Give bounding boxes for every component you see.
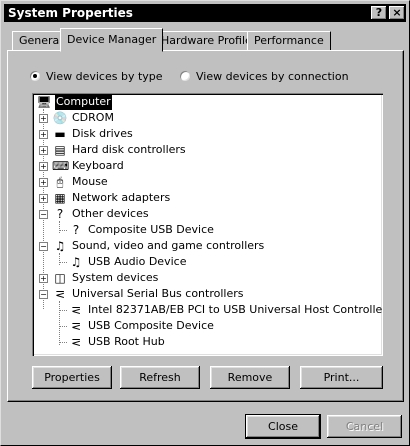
tree-line bbox=[60, 310, 67, 311]
collapse-icon[interactable]: − bbox=[39, 290, 48, 299]
view-by-connection-label: View devices by connection bbox=[196, 70, 349, 83]
mouse-icon: 🖰 bbox=[56, 175, 64, 189]
expand-icon[interactable]: + bbox=[39, 114, 48, 123]
tree-item-label: USB Composite Device bbox=[88, 319, 214, 332]
tab-device-manager[interactable]: Device Manager bbox=[60, 28, 164, 52]
usb-icon: ⋜ bbox=[70, 319, 82, 333]
tree-line bbox=[60, 342, 67, 343]
collapse-icon[interactable]: − bbox=[39, 210, 48, 219]
usb-icon: ⋜ bbox=[70, 335, 82, 349]
cancel-button[interactable]: Cancel bbox=[327, 415, 402, 438]
tree-item-label: USB Audio Device bbox=[88, 255, 187, 268]
refresh-button[interactable]: Refresh bbox=[120, 366, 200, 389]
radio-unselected-indicator bbox=[180, 71, 190, 81]
tree-item-label: Hard disk controllers bbox=[72, 143, 186, 156]
window-title: System Properties bbox=[8, 6, 133, 20]
tree-item-label: Other devices bbox=[72, 207, 149, 220]
expand-icon[interactable]: + bbox=[39, 194, 48, 203]
tab-performance[interactable]: Performance bbox=[247, 31, 331, 50]
tree-item-label: Composite USB Device bbox=[88, 223, 214, 236]
expand-icon[interactable]: + bbox=[39, 178, 48, 187]
tree-item-label: Keyboard bbox=[72, 159, 124, 172]
tree-line bbox=[60, 262, 67, 263]
tree-item-label: Network adapters bbox=[72, 191, 171, 204]
tree-line bbox=[60, 326, 67, 327]
tree-item-label: CDROM bbox=[72, 111, 114, 124]
tree-line bbox=[59, 221, 60, 233]
device-manager-panel: View devices by type View devices by con… bbox=[7, 50, 404, 402]
tree-line bbox=[59, 301, 60, 345]
view-by-type-label: View devices by type bbox=[46, 70, 163, 83]
close-window-button[interactable]: × bbox=[389, 6, 405, 20]
expand-icon[interactable]: + bbox=[39, 274, 48, 283]
network-adapter-icon: ▦ bbox=[54, 191, 66, 205]
question-mark-icon: ? bbox=[72, 223, 80, 237]
help-button[interactable]: ? bbox=[371, 6, 387, 20]
usb-icon: ⋜ bbox=[70, 303, 82, 317]
tree-line bbox=[59, 253, 60, 265]
tree-item-label: Mouse bbox=[72, 175, 108, 188]
system-device-icon: ◫ bbox=[54, 271, 66, 285]
collapse-icon[interactable]: − bbox=[39, 242, 48, 251]
tree-item-label: Intel 82371AB/EB PCI to USB Universal Ho… bbox=[88, 303, 383, 316]
tree-item-label: Computer bbox=[55, 94, 112, 110]
keyboard-icon: ⌨ bbox=[52, 159, 70, 173]
expand-icon[interactable]: + bbox=[39, 162, 48, 171]
usb-icon: ⋜ bbox=[54, 287, 66, 301]
tree-item-label: USB Root Hub bbox=[88, 335, 165, 348]
expand-icon[interactable]: + bbox=[39, 130, 48, 139]
tree-item-label: Universal Serial Bus controllers bbox=[72, 287, 244, 300]
title-bar[interactable]: System Properties ? × bbox=[4, 4, 406, 22]
tree-item-label: Sound, video and game controllers bbox=[72, 239, 265, 252]
disk-drive-icon: ▬ bbox=[54, 127, 66, 141]
tree-item-label: Disk drives bbox=[72, 127, 133, 140]
device-tree[interactable]: 🖥 Computer + 💿 CDROM + ▬ Disk drives + ▤… bbox=[32, 93, 383, 356]
tree-line bbox=[60, 230, 67, 231]
sound-controller-icon: ♫ bbox=[54, 239, 66, 253]
properties-button[interactable]: Properties bbox=[32, 366, 112, 389]
print-button[interactable]: Print... bbox=[300, 366, 383, 389]
view-by-connection-radio[interactable]: View devices by connection bbox=[180, 70, 350, 84]
hard-disk-controller-icon: ▤ bbox=[54, 143, 66, 157]
remove-button[interactable]: Remove bbox=[210, 366, 290, 389]
close-button[interactable]: Close bbox=[245, 414, 321, 439]
sound-controller-icon: ♫ bbox=[70, 255, 82, 269]
question-mark-icon: ? bbox=[56, 207, 64, 221]
view-by-type-radio[interactable]: View devices by type bbox=[30, 70, 170, 84]
tree-item-label: System devices bbox=[72, 271, 159, 284]
computer-icon: 🖥 bbox=[36, 95, 52, 109]
expand-icon[interactable]: + bbox=[39, 146, 48, 155]
system-properties-window: System Properties ? × General Device Man… bbox=[0, 0, 410, 446]
cdrom-icon: 💿 bbox=[52, 111, 68, 125]
radio-selected-indicator bbox=[30, 71, 40, 81]
